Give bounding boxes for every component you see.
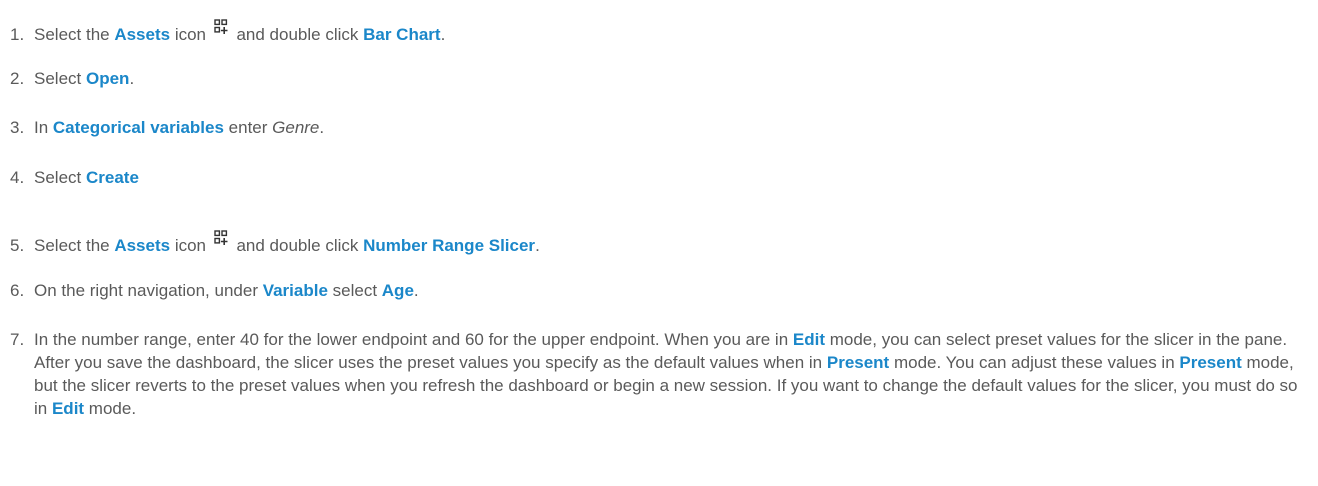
emphasis-term: Age: [381, 281, 414, 300]
text-run: and double click: [231, 236, 364, 255]
text-run: and double click: [231, 25, 364, 44]
text-run: .: [319, 118, 325, 137]
text-run: .: [413, 281, 419, 300]
text-run: icon: [170, 25, 211, 44]
step-number: 6.: [10, 281, 25, 300]
text-run: .: [129, 69, 135, 88]
text-run: Select the: [34, 236, 115, 255]
emphasis-term: Edit: [51, 399, 85, 418]
emphasis-term: Assets: [114, 236, 171, 255]
emphasis-term: Present: [826, 353, 890, 372]
text-run: enter: [223, 118, 273, 137]
step-number: 5.: [10, 236, 25, 255]
text-run: On the right navigation, under: [34, 281, 263, 300]
emphasis-term: Create: [85, 168, 139, 187]
step-number: 3.: [10, 118, 25, 137]
step-number: 2.: [10, 69, 25, 88]
step-text: In the number range, enter 40 for the lo…: [34, 328, 1300, 420]
step-text: On the right navigation, under Variable …: [34, 281, 419, 300]
assets-icon: [214, 18, 228, 34]
step-text: Select the Assets icon and double click …: [34, 19, 446, 44]
emphasis-term: Open: [85, 69, 130, 88]
italic-term: Genre: [272, 118, 320, 137]
text-run: In: [34, 118, 53, 137]
text-run: icon: [170, 236, 211, 255]
step-text: In Categorical variables enter Genre.: [34, 118, 324, 137]
step-number: 4.: [10, 168, 25, 187]
emphasis-term: Bar Chart: [363, 25, 441, 44]
text-run: .: [440, 25, 446, 44]
step-4: 4. Select Create: [10, 166, 1300, 190]
step-3: 3. In Categorical variables enter Genre.: [10, 116, 1300, 140]
step-number: 7.: [10, 330, 25, 349]
emphasis-term: Edit: [792, 330, 825, 349]
step-text: Select Create: [34, 168, 139, 187]
step-2: 2. Select Open.: [10, 67, 1300, 91]
step-6: 6. On the right navigation, under Variabl…: [10, 279, 1300, 303]
step-1: 1. Select the Assets icon and double clic…: [10, 18, 1300, 47]
emphasis-term: Categorical variables: [52, 118, 224, 137]
text-run: Select: [34, 168, 86, 187]
step-5: 5. Select the Assets icon and double clic…: [10, 229, 1300, 258]
emphasis-term: Present: [1179, 353, 1242, 372]
step-number: 1.: [10, 25, 25, 44]
text-run: mode. You can adjust these values in: [889, 353, 1180, 372]
text-run: In the number range, enter 40 for the lo…: [34, 330, 793, 349]
step-text: Select Open.: [34, 69, 134, 88]
step-text: Select the Assets icon and double click …: [34, 230, 540, 255]
step-7: 7. In the number range, enter 40 for the …: [10, 328, 1300, 420]
text-run: Select the: [34, 25, 115, 44]
text-run: select: [327, 281, 382, 300]
emphasis-term: Assets: [114, 25, 171, 44]
text-run: Select: [34, 69, 86, 88]
assets-icon: [214, 229, 228, 245]
emphasis-term: Variable: [262, 281, 328, 300]
emphasis-term: Number Range Slicer: [363, 236, 536, 255]
text-run: mode.: [84, 399, 137, 418]
text-run: .: [535, 236, 540, 255]
